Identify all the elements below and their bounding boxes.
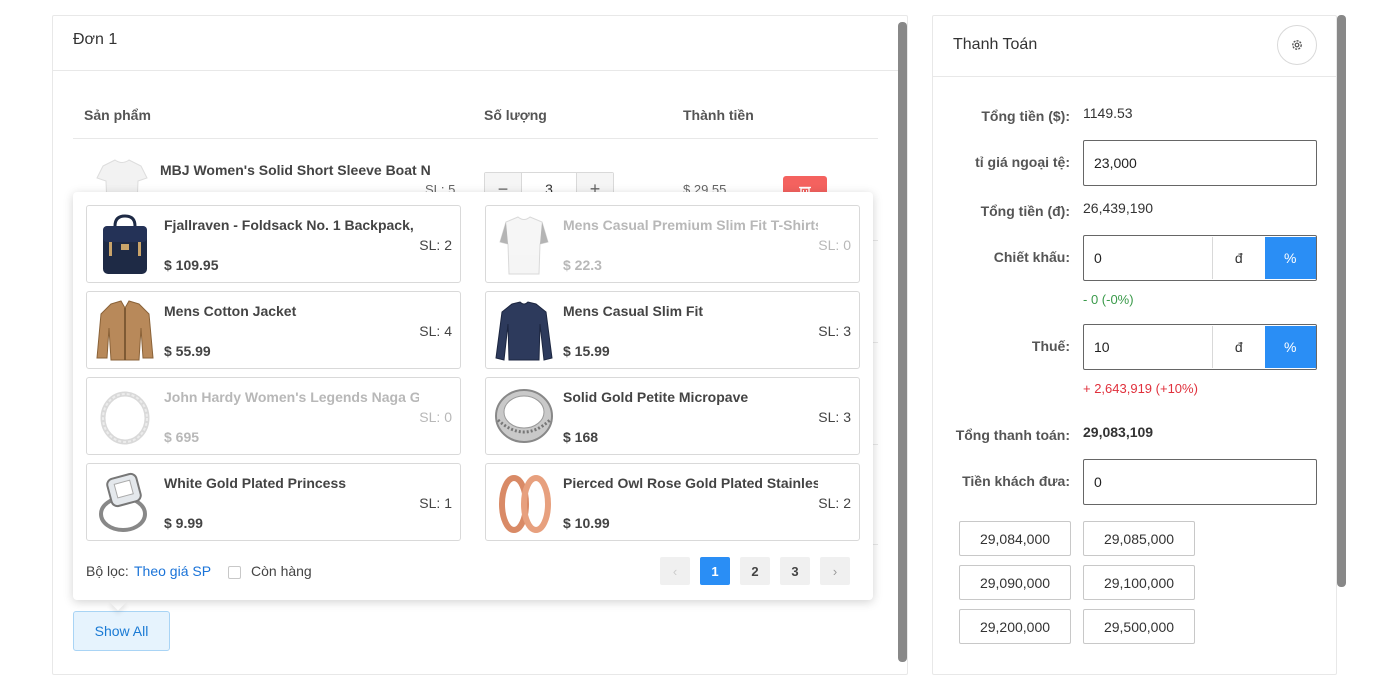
quick-amount-button[interactable]: 29,084,000 [959, 521, 1071, 556]
rose-rings-icon [499, 475, 551, 533]
page-2-button[interactable]: 2 [740, 557, 770, 585]
tax-note: + 2,643,919 (+10%) [1083, 381, 1198, 396]
discount-unit-toggle[interactable]: đ % [1212, 237, 1316, 279]
product-price: $ 9.99 [164, 515, 203, 531]
page-1-button[interactable]: 1 [700, 557, 730, 585]
quick-amount-button[interactable]: 29,090,000 [959, 565, 1071, 600]
product-stock: SL: 0 [419, 409, 452, 425]
unit-vnd-button[interactable]: đ [1212, 237, 1265, 279]
in-stock-checkbox[interactable] [228, 566, 241, 579]
settings-button[interactable] [1277, 25, 1317, 65]
product-card[interactable]: White Gold Plated Princess SL: 1 $ 9.99 [86, 463, 461, 541]
tax-label: Thuế: [1031, 338, 1070, 354]
product-card[interactable]: Fjallraven - Foldsack No. 1 Backpack, SL… [86, 205, 461, 283]
discount-label: Chiết khấu: [993, 249, 1070, 265]
bracelet-icon [100, 391, 150, 445]
product-name: White Gold Plated Princess [164, 475, 347, 491]
product-price: $ 695 [164, 429, 200, 445]
product-stock: SL: 4 [419, 323, 452, 339]
quick-amount-button[interactable]: 29,200,000 [959, 609, 1071, 644]
product-card[interactable]: Solid Gold Petite Micropave SL: 3 $ 168 [485, 377, 860, 455]
product-name: Fjallraven - Foldsack No. 1 Backpack, [164, 217, 414, 233]
product-card: John Hardy Women's Legends Naga Gold SL:… [86, 377, 461, 455]
product-price: $ 109.95 [164, 257, 219, 273]
paid-label: Tiền khách đưa: [962, 473, 1070, 489]
total-vnd-label: Tổng tiền (đ): [980, 203, 1070, 219]
column-total: Thành tiền [683, 107, 754, 123]
scrollbar[interactable] [898, 22, 907, 662]
product-stock: SL: 0 [818, 237, 851, 253]
tax-unit-toggle[interactable]: đ % [1212, 326, 1316, 368]
order-item-name: MBJ Women's Solid Short Sleeve Boat N [160, 162, 430, 178]
longsleeve-icon [495, 301, 553, 361]
next-page-button[interactable]: › [820, 557, 850, 585]
product-price: $ 22.3 [563, 257, 602, 273]
total-usd-value: 1149.53 [1083, 105, 1133, 121]
customer-paid-input[interactable]: 0 [1083, 459, 1317, 505]
quick-amount-button[interactable]: 29,085,000 [1083, 521, 1195, 556]
unit-vnd-button[interactable]: đ [1212, 326, 1265, 368]
product-stock: SL: 2 [818, 495, 851, 511]
product-card[interactable]: Mens Casual Slim Fit SL: 3 $ 15.99 [485, 291, 860, 369]
tshirt-icon [499, 216, 549, 275]
total-vnd-value: 26,439,190 [1083, 200, 1154, 216]
unit-percent-button[interactable]: % [1264, 326, 1316, 368]
column-quantity: Số lượng [484, 107, 547, 123]
quick-amount-button[interactable]: 29,100,000 [1083, 565, 1195, 600]
product-price: $ 10.99 [563, 515, 610, 531]
rate-label: tỉ giá ngoại tệ: [975, 154, 1070, 170]
product-stock: SL: 2 [419, 237, 452, 253]
order-title: Đơn 1 [73, 31, 118, 48]
product-card[interactable]: Pierced Owl Rose Gold Plated Stainless S… [485, 463, 860, 541]
product-name: John Hardy Women's Legends Naga Gold [164, 389, 419, 405]
show-all-button[interactable]: Show All [73, 611, 170, 651]
product-name: Mens Cotton Jacket [164, 303, 297, 319]
divider [933, 76, 1336, 77]
prev-page-button[interactable]: ‹ [660, 557, 690, 585]
filter-price-link[interactable]: Theo giá SP [134, 563, 211, 579]
filter-label: Bộ lọc: [86, 563, 129, 579]
exchange-rate-input[interactable]: 23,000 [1083, 140, 1317, 186]
divider [73, 138, 878, 139]
grand-total-label: Tổng thanh toán: [955, 427, 1070, 443]
gear-icon [1292, 40, 1302, 50]
quick-amount-button[interactable]: 29,500,000 [1083, 609, 1195, 644]
divider [53, 70, 899, 71]
product-card[interactable]: Mens Cotton Jacket SL: 4 $ 55.99 [86, 291, 461, 369]
column-product: Sản phẩm [84, 107, 151, 123]
unit-percent-button[interactable]: % [1264, 237, 1316, 279]
product-price: $ 168 [563, 429, 599, 445]
diamond-ring-icon [99, 472, 147, 532]
scrollbar[interactable] [1337, 15, 1346, 587]
product-price: $ 15.99 [563, 343, 610, 359]
in-stock-label[interactable]: Còn hàng [251, 563, 312, 579]
product-stock: SL: 3 [818, 409, 851, 425]
product-price: $ 55.99 [164, 343, 211, 359]
product-stock: SL: 3 [818, 323, 851, 339]
discount-note: - 0 (-0%) [1083, 292, 1134, 307]
jacket-icon [96, 300, 154, 361]
grand-total-value: 29,083,109 [1083, 424, 1154, 440]
product-card: Mens Casual Premium Slim Fit T-Shirts SL… [485, 205, 860, 283]
page-3-button[interactable]: 3 [780, 557, 810, 585]
payment-title: Thanh Toán [953, 36, 1038, 53]
ring-icon [495, 389, 553, 443]
product-name: Pierced Owl Rose Gold Plated Stainless [563, 475, 818, 491]
product-name: Solid Gold Petite Micropave [563, 389, 749, 405]
product-stock: SL: 1 [419, 495, 452, 511]
backpack-icon [103, 214, 147, 274]
product-name: Mens Casual Premium Slim Fit T-Shirts [563, 217, 818, 233]
product-name: Mens Casual Slim Fit [563, 303, 704, 319]
total-usd-label: Tổng tiền ($): [981, 108, 1070, 124]
